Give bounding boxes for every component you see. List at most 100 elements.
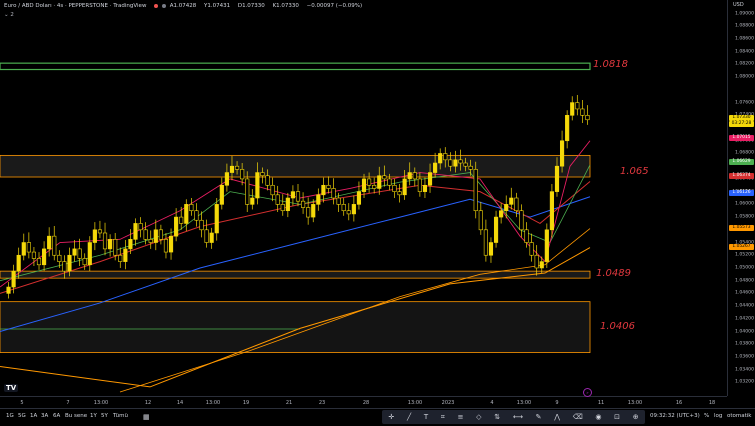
candle-body [529,242,534,256]
candle-body [255,172,260,199]
time-tick-label: 7 [66,400,70,406]
candle-body [113,239,118,256]
price-scale[interactable]: 1.09000 1.08800 1.08600 1.08400 1.08200 1.080… [727,0,755,396]
log-scale-toggle[interactable]: log [714,413,722,419]
candle-body [224,172,229,186]
time-tick-label: 11 [597,400,605,406]
candle-body [102,232,108,250]
zoom-icon[interactable]: ⊕ [633,413,639,421]
candle-body [295,191,301,202]
candle-body [575,102,580,110]
measure-icon[interactable]: ⟷ [513,413,523,421]
bottom-toolbar: 1G 5G 1A 3A 6A Bu sene 1Y 5Y Tümü ▦ ✛ ╱ T ⌗ ≡ ◇ ⇅ ⟷ ✎ ⋀ ⌫ ◉… [0,408,755,426]
time-tick-label: 13:00 [627,400,643,406]
candle-body [82,258,87,266]
candle-body [427,172,433,186]
candle-body [108,239,113,250]
fib-icon[interactable]: ≡ [458,413,464,421]
ohlc-high: Y1.07431 [203,3,231,9]
level-label-1-065[interactable]: 1.065 [620,166,649,177]
goto-realtime-icon[interactable]: » [583,388,592,397]
candle-body [539,261,544,269]
candle-body [270,184,275,196]
time-tick-label: 28 [362,400,370,406]
time-tick-label: 13:00 [516,400,532,406]
candle-body [26,242,31,253]
candle-body [321,184,326,196]
candle-body [493,216,499,243]
timeframe-button[interactable]: 5Y [101,413,108,419]
trend-line-icon[interactable]: ╱ [407,413,411,421]
long-position-icon[interactable]: ⇅ [494,413,500,421]
candle-body [16,254,21,272]
shape-icon[interactable]: ◇ [476,413,481,421]
candle-body [184,204,189,224]
candle-body [148,239,153,243]
candle-body [52,235,57,256]
indicator-collapse-button[interactable]: ⌄ 2 [4,12,14,18]
candle-body [559,140,565,167]
candle-body [331,188,336,199]
candle-body [11,270,16,288]
candle-body [189,204,194,212]
candle-body [97,229,103,234]
time-tick-label: 13:00 [205,400,221,406]
candle-body [499,210,504,218]
calendar-range-icon[interactable]: ▦ [143,413,150,421]
timeframe-button[interactable]: 1G [6,413,14,419]
candle-body [570,102,575,116]
time-tick-label: 14 [176,400,184,406]
symbol-title[interactable]: Euro / ABD Doları · 4s · PEPPERSTONE · T… [4,3,146,9]
candle-body [174,216,179,237]
candle-body [280,204,285,212]
candle-body [549,191,554,231]
timeframe-button[interactable]: 5G [18,413,26,419]
text-icon[interactable]: T [424,413,428,421]
candle-body [554,165,560,192]
timeframe-button[interactable]: 1A [30,413,37,419]
time-tick-label: 13:00 [407,400,423,406]
time-tick-label: 12 [144,400,152,406]
level-label-1-0406[interactable]: 1.0406 [600,321,635,332]
pattern-icon[interactable]: ⌗ [441,413,445,422]
candle-body [407,172,412,180]
zone-1-0489 [0,270,591,279]
price-badge: 1.07015 [729,135,754,141]
timeframe-button[interactable]: Bu sene [65,413,87,419]
zone-1-065 [0,154,591,178]
timeframe-button[interactable]: 6A [53,413,60,419]
percent-scale-toggle[interactable]: % [704,413,709,419]
candle-body [123,248,128,262]
candle-body [504,204,509,212]
candle-body [250,197,255,205]
candle-body [382,175,387,180]
ohlc-change: −0.00097 (−0.09%) [306,3,363,9]
candle-body [138,223,143,231]
candle-body [31,251,37,259]
price-tick-label: 1.08200 [735,61,754,67]
clock-timezone[interactable]: 09:32:32 (UTC+3) [650,413,700,419]
candle-body [62,261,67,272]
cursor-cross-icon[interactable]: ✛ [388,413,394,421]
timeframe-button[interactable]: 1Y [90,413,97,419]
level-label-1-0818[interactable]: 1.0818 [593,59,628,70]
price-badge: 1.06374 [729,173,754,179]
timeframe-button[interactable]: 3A [41,413,48,419]
price-tick-label: 1.08800 [735,23,754,29]
zigzag-icon[interactable]: ⋀ [554,413,560,421]
price-tick-label: 1.04400 [735,303,754,309]
eraser-icon[interactable]: ⌫ [573,413,583,421]
timeframe-button[interactable]: Tümü [113,413,128,419]
level-label-1-0489[interactable]: 1.0489 [596,268,631,279]
lock-icon[interactable]: ⊡ [614,413,620,421]
candle-body [433,162,438,173]
candle-body [290,191,295,199]
brush-icon[interactable]: ✎ [536,413,542,421]
currency-label[interactable]: USD [733,2,744,8]
candle-body [341,204,346,212]
candle-body [417,178,422,192]
auto-scale-toggle[interactable]: otomatik [727,413,751,419]
hide-icon[interactable]: ◉ [595,413,601,421]
price-tick-label: 1.04200 [735,316,754,322]
candle-body [143,229,148,240]
